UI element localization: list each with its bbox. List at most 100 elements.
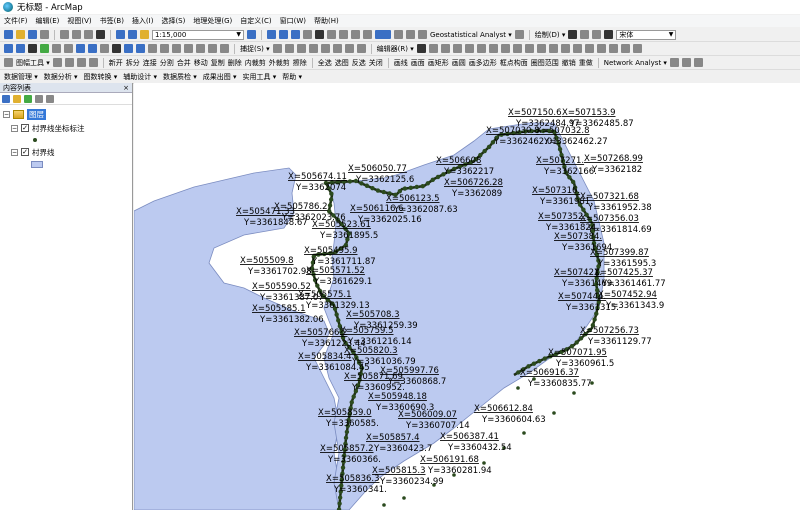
menu-edit[interactable]: 编辑(E) (36, 16, 60, 26)
delete-icon[interactable] (96, 30, 105, 39)
tool-connect[interactable]: 连接 (143, 58, 157, 68)
tool-copy[interactable]: 复制 (211, 58, 225, 68)
tool-erase[interactable]: 擦除 (293, 58, 307, 68)
measure-icon[interactable] (160, 44, 169, 53)
tool-icon[interactable] (320, 44, 330, 53)
network-analyst-menu[interactable]: Network Analyst ▾ (604, 59, 667, 67)
catalog-icon[interactable] (279, 30, 288, 39)
tool-draw-line[interactable]: 画线 (394, 58, 408, 68)
collapse-icon[interactable]: − (11, 124, 18, 132)
tool-icon[interactable] (512, 44, 522, 53)
time-slider-icon[interactable] (208, 44, 217, 53)
fixed-zoom-out-icon[interactable] (64, 44, 73, 53)
tool-icon[interactable] (608, 44, 618, 53)
tool-icon[interactable] (548, 44, 558, 53)
map-canvas[interactable]: X=507150.6Y=3362484.97X=507153.9Y=336248… (134, 83, 800, 510)
tool-icon[interactable] (356, 44, 366, 53)
options-icon[interactable] (46, 94, 54, 103)
forward-extent-icon[interactable] (88, 44, 97, 53)
list-by-selection-icon[interactable] (35, 94, 43, 103)
tool-icon[interactable] (452, 44, 462, 53)
tree-root[interactable]: − 图层 (3, 107, 129, 121)
tool-icon[interactable] (584, 44, 594, 53)
tool-divide[interactable]: 分割 (160, 58, 174, 68)
menu-file[interactable]: 文件(F) (4, 16, 28, 26)
scale-combo[interactable]: 1:15,000 ▼ (152, 29, 244, 40)
editor-menu[interactable]: 编辑器(R) ▾ (377, 44, 414, 54)
search-icon[interactable] (291, 30, 300, 39)
menu-bookmarks[interactable]: 书签(B) (100, 16, 124, 26)
tool-icon[interactable] (52, 58, 62, 67)
tool-invert-selection[interactable]: 反选 (352, 58, 366, 68)
back-extent-icon[interactable] (76, 44, 85, 53)
modelbuilder-icon[interactable] (327, 30, 336, 39)
tool-icon[interactable] (351, 30, 360, 39)
rectangle-icon[interactable] (592, 30, 602, 39)
copy-icon[interactable] (72, 30, 81, 39)
select-elements-icon[interactable] (112, 44, 121, 53)
tool-draw-circle[interactable]: 画圆 (452, 58, 466, 68)
menu-customize[interactable]: 自定义(C) (240, 16, 271, 26)
tool-icon[interactable] (681, 58, 691, 67)
tool-icon[interactable] (76, 58, 86, 67)
tool-icon[interactable] (344, 44, 354, 53)
find-icon[interactable] (172, 44, 181, 53)
tool-icon[interactable] (524, 44, 534, 53)
tool-icon[interactable] (88, 58, 98, 67)
pointer-icon[interactable] (568, 30, 578, 39)
tool-close[interactable]: 关闭 (369, 58, 383, 68)
rotate-icon[interactable] (580, 30, 590, 39)
menu-map-output[interactable]: 成果出图 ▾ (203, 72, 237, 82)
snap-end-icon[interactable] (284, 44, 294, 53)
menu-windows[interactable]: 窗口(W) (280, 16, 306, 26)
tool-icon[interactable] (560, 44, 570, 53)
menu-selection[interactable]: 选择(S) (161, 16, 185, 26)
close-icon[interactable]: × (123, 84, 129, 92)
menu-insert[interactable]: 插入(I) (132, 16, 154, 26)
menu-data-management[interactable]: 数据管理 ▾ (4, 72, 38, 82)
full-extent-icon[interactable] (40, 44, 49, 53)
go-to-xy-icon[interactable] (196, 44, 205, 53)
layer-visibility-checkbox[interactable]: ✓ (21, 148, 29, 156)
color-swatch-icon[interactable] (375, 30, 391, 39)
menu-aux-design[interactable]: 辅助设计 ▾ (123, 72, 157, 82)
tool-icon[interactable] (620, 44, 630, 53)
layer-name[interactable]: 村界线坐标标注 (32, 123, 85, 134)
menu-help[interactable]: 帮助(H) (314, 16, 339, 26)
tool-draw-polygon[interactable]: 画面 (411, 58, 425, 68)
layer-visibility-checkbox[interactable]: ✓ (21, 124, 29, 132)
tool-select-map[interactable]: 选图 (335, 58, 349, 68)
collapse-icon[interactable]: − (11, 148, 18, 156)
pan-icon[interactable] (28, 44, 37, 53)
tool-icon[interactable] (536, 44, 546, 53)
map-sheet-tools-menu[interactable]: 图幅工具 ▾ (16, 58, 50, 68)
tool-icon[interactable] (632, 44, 642, 53)
tool-redo[interactable]: 重做 (579, 58, 593, 68)
snap-vertex-icon[interactable] (296, 44, 306, 53)
menu-geoprocessing[interactable]: 地理处理(G) (193, 16, 232, 26)
tool-icon[interactable] (440, 44, 450, 53)
viewer-icon[interactable] (220, 44, 229, 53)
tool-select-all[interactable]: 全选 (318, 58, 332, 68)
save-icon[interactable] (28, 30, 37, 39)
text-icon[interactable] (604, 30, 614, 39)
tool-move[interactable]: 移动 (194, 58, 208, 68)
layer-name[interactable]: 村界线 (32, 147, 55, 158)
tool-icon[interactable] (428, 44, 438, 53)
snap-edge-icon[interactable] (308, 44, 318, 53)
zoom-out-icon[interactable] (16, 44, 25, 53)
menu-view[interactable]: 视图(V) (67, 16, 91, 26)
collapse-icon[interactable]: − (3, 110, 10, 118)
tool-icon[interactable] (500, 44, 510, 53)
tool-map-extent[interactable]: 圈图范围 (531, 58, 559, 68)
snap-point-icon[interactable] (272, 44, 282, 53)
font-combo[interactable]: 宋体 ▼ (616, 29, 677, 40)
menu-plugin-help[interactable]: 帮助 ▾ (282, 72, 302, 82)
tool-icon[interactable] (669, 58, 679, 67)
tool-icon[interactable] (514, 30, 524, 39)
tool-icon[interactable] (596, 44, 606, 53)
tool-outer-clip[interactable]: 外裁剪 (269, 58, 290, 68)
tool-icon[interactable] (363, 30, 372, 39)
undo-icon[interactable] (116, 30, 125, 39)
fixed-zoom-in-icon[interactable] (52, 44, 61, 53)
